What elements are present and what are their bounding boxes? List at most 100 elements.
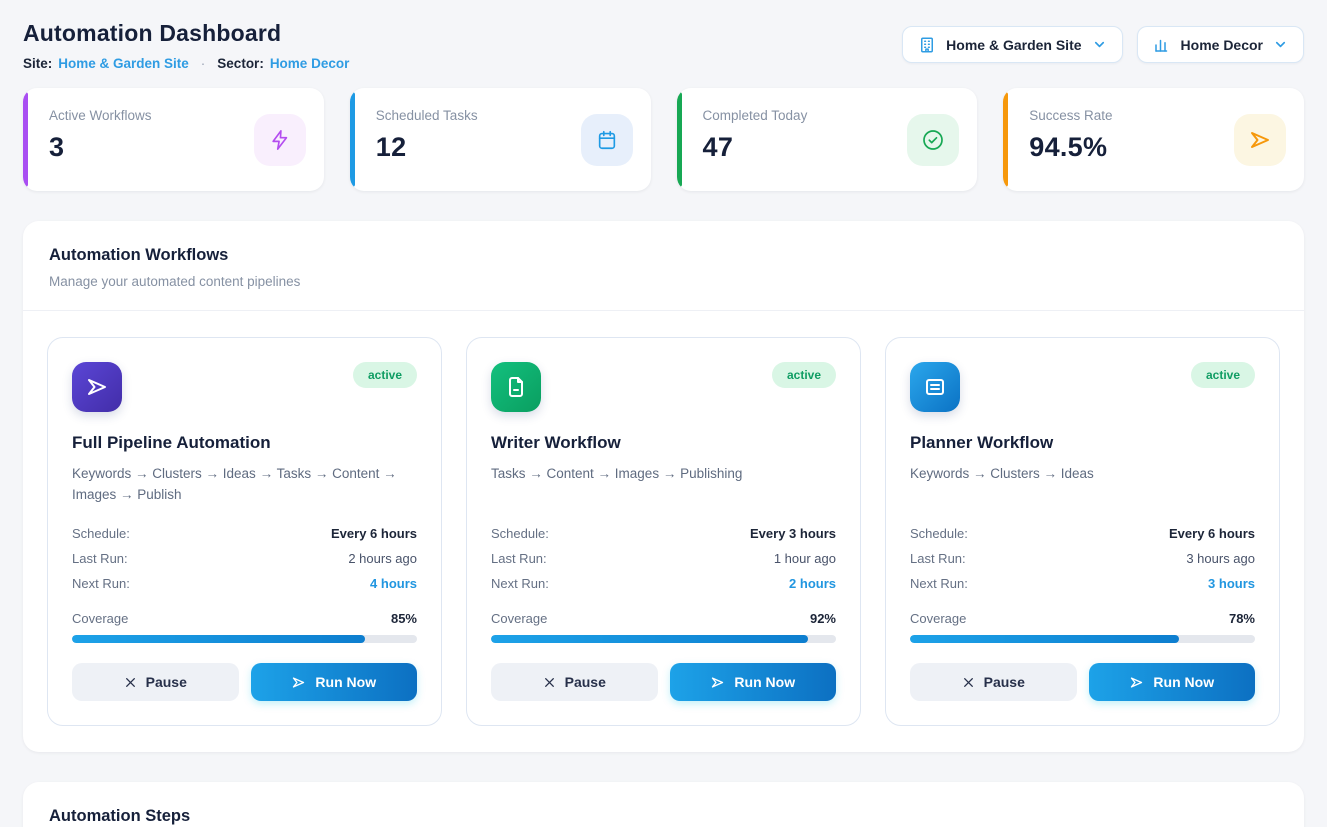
- coverage-row: Coverage 92%: [491, 611, 836, 626]
- lightning-icon: [254, 114, 306, 166]
- accent-bar: [350, 92, 355, 187]
- workflow-card-writer: active Writer Workflow Tasks → Content →…: [466, 337, 861, 726]
- next-run-value: 4 hours: [370, 576, 417, 591]
- workflows-subtitle: Manage your automated content pipelines: [49, 274, 1278, 289]
- next-run-label: Next Run:: [72, 576, 130, 591]
- send-icon: [1129, 675, 1144, 690]
- workflow-title: Full Pipeline Automation: [72, 433, 417, 453]
- workflows-panel-header: Automation Workflows Manage your automat…: [23, 221, 1304, 311]
- coverage-label: Coverage: [72, 611, 128, 626]
- workflow-meta: Schedule:Every 6 hours Last Run:3 hours …: [910, 516, 1255, 591]
- run-now-button[interactable]: Run Now: [670, 663, 837, 701]
- breadcrumb: Site: Home & Garden Site · Sector: Home …: [23, 56, 349, 71]
- sector-label: Sector:: [217, 56, 264, 71]
- next-run-value: 3 hours: [1208, 576, 1255, 591]
- schedule-value: Every 6 hours: [1169, 526, 1255, 541]
- status-badge: active: [1191, 362, 1255, 388]
- last-run-label: Last Run:: [491, 551, 547, 566]
- stat-card-completed-today: Completed Today 47: [677, 88, 978, 191]
- workflow-actions: Pause Run Now: [910, 663, 1255, 701]
- coverage-progress-fill: [72, 635, 365, 643]
- coverage-value: 85%: [391, 611, 417, 626]
- run-now-button[interactable]: Run Now: [1089, 663, 1256, 701]
- workflow-grid: active Full Pipeline Automation Keywords…: [47, 337, 1280, 726]
- pause-button[interactable]: Pause: [491, 663, 658, 701]
- pause-button[interactable]: Pause: [72, 663, 239, 701]
- chevron-down-icon: [1273, 37, 1288, 52]
- coverage-row: Coverage 85%: [72, 611, 417, 626]
- next-run-label: Next Run:: [491, 576, 549, 591]
- coverage-label: Coverage: [491, 611, 547, 626]
- workflow-title: Planner Workflow: [910, 433, 1255, 453]
- coverage-progress-bar: [72, 635, 417, 643]
- site-selector-dropdown[interactable]: Home & Garden Site: [902, 26, 1122, 63]
- schedule-label: Schedule:: [491, 526, 549, 541]
- steps-panel-header: Automation Steps Configure which steps a…: [23, 782, 1304, 827]
- stats-row: Active Workflows 3 Scheduled Tasks 12 Co…: [23, 88, 1304, 191]
- schedule-label: Schedule:: [910, 526, 968, 541]
- bar-chart-icon: [1153, 36, 1171, 54]
- pause-label: Pause: [146, 674, 187, 690]
- accent-bar: [1003, 92, 1008, 187]
- workflows-panel-body: active Full Pipeline Automation Keywords…: [23, 311, 1304, 752]
- list-icon: [910, 362, 960, 412]
- run-now-label: Run Now: [315, 674, 376, 690]
- header-left: Automation Dashboard Site: Home & Garden…: [23, 20, 349, 71]
- site-selector-label: Home & Garden Site: [946, 37, 1081, 53]
- workflow-actions: Pause Run Now: [72, 663, 417, 701]
- steps-title: Automation Steps: [49, 807, 1278, 826]
- document-icon: [491, 362, 541, 412]
- sector-link[interactable]: Home Decor: [270, 56, 350, 71]
- stat-card-scheduled-tasks: Scheduled Tasks 12: [350, 88, 651, 191]
- stat-card-success-rate: Success Rate 94.5%: [1003, 88, 1304, 191]
- last-run-value: 1 hour ago: [774, 551, 836, 566]
- coverage-row: Coverage 78%: [910, 611, 1255, 626]
- schedule-label: Schedule:: [72, 526, 130, 541]
- workflow-meta: Schedule: Every 6 hours Last Run: 2 hours …: [72, 516, 417, 591]
- coverage-value: 78%: [1229, 611, 1255, 626]
- workflow-card-full-pipeline: active Full Pipeline Automation Keywords…: [47, 337, 442, 726]
- workflow-card-top: active: [910, 362, 1255, 412]
- workflow-pipeline: Keywords → Clusters → Ideas → Tasks → Co…: [72, 464, 417, 506]
- site-label: Site:: [23, 56, 52, 71]
- calendar-icon: [581, 114, 633, 166]
- send-icon: [72, 362, 122, 412]
- send-icon: [1234, 114, 1286, 166]
- pause-button[interactable]: Pause: [910, 663, 1077, 701]
- close-icon: [962, 676, 975, 689]
- run-now-button[interactable]: Run Now: [251, 663, 418, 701]
- sector-selector-dropdown[interactable]: Home Decor: [1137, 26, 1304, 63]
- accent-bar: [23, 92, 28, 187]
- close-icon: [124, 676, 137, 689]
- workflows-panel: Automation Workflows Manage your automat…: [23, 221, 1304, 752]
- chevron-down-icon: [1092, 37, 1107, 52]
- coverage-progress-fill: [491, 635, 808, 643]
- accent-bar: [677, 92, 682, 187]
- coverage-progress-fill: [910, 635, 1179, 643]
- header-selectors: Home & Garden Site Home Decor: [902, 26, 1304, 63]
- coverage-label: Coverage: [910, 611, 966, 626]
- workflows-title: Automation Workflows: [49, 246, 1278, 265]
- automation-dashboard-page: Automation Dashboard Site: Home & Garden…: [0, 0, 1327, 827]
- coverage-value: 92%: [810, 611, 836, 626]
- site-link[interactable]: Home & Garden Site: [58, 56, 189, 71]
- workflow-pipeline: Keywords → Clusters → Ideas: [910, 464, 1255, 506]
- last-run-label: Last Run:: [910, 551, 966, 566]
- last-run-value: 2 hours ago: [348, 551, 417, 566]
- schedule-value: Every 6 hours: [331, 526, 417, 541]
- next-run-value: 2 hours: [789, 576, 836, 591]
- workflow-pipeline: Tasks → Content → Images → Publishing: [491, 464, 836, 506]
- last-run-label: Last Run:: [72, 551, 128, 566]
- check-circle-icon: [907, 114, 959, 166]
- stat-card-active-workflows: Active Workflows 3: [23, 88, 324, 191]
- workflow-actions: Pause Run Now: [491, 663, 836, 701]
- schedule-value: Every 3 hours: [750, 526, 836, 541]
- run-now-label: Run Now: [734, 674, 795, 690]
- send-icon: [710, 675, 725, 690]
- workflow-title: Writer Workflow: [491, 433, 836, 453]
- workflow-card-top: active: [72, 362, 417, 412]
- header: Automation Dashboard Site: Home & Garden…: [23, 20, 1304, 71]
- workflow-card-planner: active Planner Workflow Keywords → Clust…: [885, 337, 1280, 726]
- building-icon: [918, 36, 936, 54]
- separator-dot: ·: [201, 56, 206, 71]
